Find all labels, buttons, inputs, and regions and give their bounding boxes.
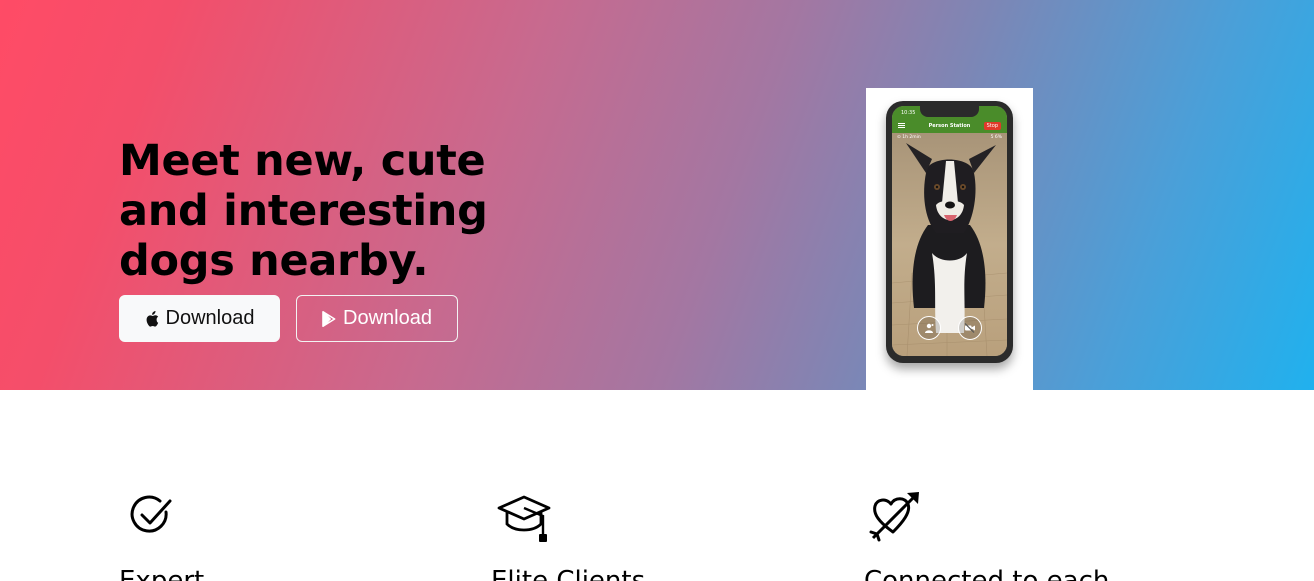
dog-photo [892, 133, 1007, 356]
google-play-download-button[interactable]: Download [296, 295, 458, 342]
google-play-icon [322, 310, 336, 327]
battery-status: 5 6% [990, 135, 1002, 140]
features-section: Expert Elite Clients Connected to each [0, 390, 1314, 581]
graduation-cap-icon [497, 494, 551, 548]
stop-button[interactable]: Stop [983, 122, 1001, 130]
phone-time: 10:35 [901, 110, 916, 116]
phone-mockup: 10:35 Person Station Stop ⊙ 1h 2min 5 6% [886, 101, 1013, 363]
menu-icon[interactable] [898, 123, 905, 128]
google-play-download-label: Download [343, 307, 432, 329]
phone-screen: 10:35 Person Station Stop ⊙ 1h 2min 5 6% [892, 106, 1007, 356]
phone-status-row: ⊙ 1h 2min 5 6% [892, 133, 1007, 143]
phone-app-title: Person Station [928, 123, 971, 129]
feature-title-connected: Connected to each [864, 566, 1110, 581]
feature-title-elite-clients: Elite Clients [491, 566, 646, 581]
feature-title-expert: Expert [119, 566, 205, 581]
apple-icon [145, 310, 159, 327]
hero-title: Meet new, cute and interesting dogs near… [119, 136, 488, 286]
check-circle-icon [130, 494, 176, 542]
session-timer: ⊙ 1h 2min [897, 135, 921, 140]
landing-page: Meet new, cute and interesting dogs near… [0, 0, 1314, 581]
phone-mockup-card: 10:35 Person Station Stop ⊙ 1h 2min 5 6% [866, 88, 1033, 390]
hero-section: Meet new, cute and interesting dogs near… [0, 0, 1314, 390]
heart-arrow-icon [869, 490, 921, 546]
app-store-download-button[interactable]: Download [119, 295, 280, 342]
person-icon [925, 323, 934, 333]
person-call-button[interactable] [917, 316, 941, 340]
video-off-button[interactable] [958, 316, 982, 340]
video-off-icon [964, 323, 975, 333]
app-store-download-label: Download [165, 307, 255, 329]
phone-notch [920, 106, 979, 117]
